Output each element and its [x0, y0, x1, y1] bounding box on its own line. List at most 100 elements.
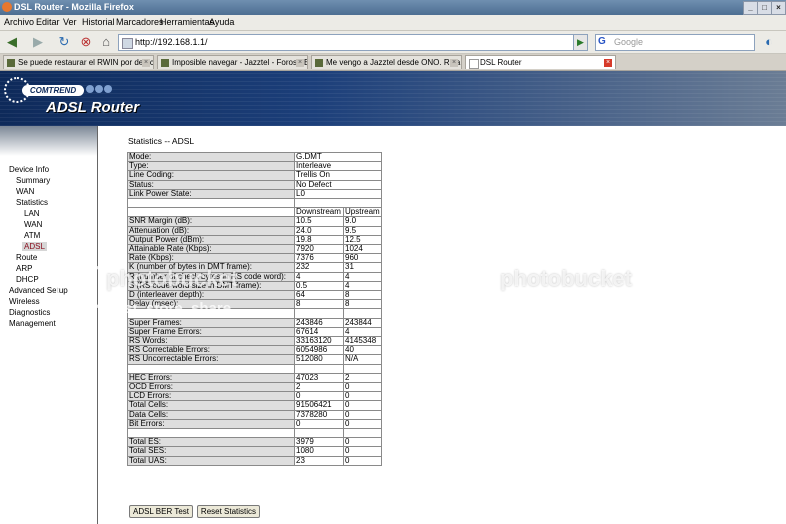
nav-stats-adsl[interactable]: ADSL — [22, 242, 47, 251]
nav-device-info[interactable]: Device Info — [9, 165, 49, 174]
tab-favicon — [7, 59, 15, 67]
router-banner: COMTREND ADSL Router — [0, 71, 786, 126]
back-icon[interactable]: ◀ — [3, 33, 21, 50]
watermark-camera-icon — [56, 266, 104, 308]
go-button[interactable]: ▶ — [573, 34, 588, 51]
firefox-icon — [2, 2, 12, 12]
nav-dhcp[interactable]: DHCP — [16, 275, 39, 284]
nav-stats-lan[interactable]: LAN — [24, 209, 40, 218]
table-row: Output Power (dBm): 19.8 12.5 — [127, 234, 382, 246]
tab-label: Me vengo a Jazztel desde ONO. Rela... — [326, 58, 462, 67]
tab-close-icon[interactable]: × — [296, 59, 304, 67]
tab-close-icon[interactable]: × — [604, 59, 612, 67]
tab-dsl-router[interactable]: DSL Router × — [465, 55, 616, 69]
maximize-button[interactable]: □ — [757, 1, 772, 15]
close-button[interactable]: × — [771, 1, 786, 15]
page-title: Statistics -- ADSL — [128, 136, 195, 146]
nav-stats-wan[interactable]: WAN — [24, 220, 42, 229]
nav-arp[interactable]: ARP — [16, 264, 32, 273]
table-row: Line Coding: Trellis On — [127, 170, 382, 181]
nav-diagnostics[interactable]: Diagnostics — [9, 308, 50, 317]
main-panel: Statistics -- ADSL Mode: G.DMT Type: Inter… — [98, 126, 786, 524]
table-row: Super Frames: 243846 243844 — [127, 317, 382, 328]
table-row: Status: No Defect — [127, 179, 382, 190]
tab-1[interactable]: Se puede restaurar el RWIN por defec... … — [3, 55, 154, 69]
table-row: OCD Errors: 2 0 — [127, 382, 382, 393]
table-row: SNR Margin (dB): 10.5 9.0 — [127, 216, 382, 227]
nav-summary[interactable]: Summary — [16, 176, 50, 185]
page-content: COMTREND ADSL Router Device Info Summary… — [0, 71, 786, 524]
nav-route[interactable]: Route — [16, 253, 37, 262]
reload-icon[interactable]: ↻ — [56, 33, 72, 50]
menu-bar: Archivo Editar Ver Historial Marcadores … — [0, 15, 786, 31]
table-row: Type: Interleave — [127, 161, 382, 172]
col-upstream: Upstream — [343, 207, 382, 218]
watermark-tagline: host. store. share. — [500, 300, 630, 317]
nav-wireless[interactable]: Wireless — [9, 297, 40, 306]
table-row: RS Correctable Errors: 6054986 40 — [127, 345, 382, 356]
minimize-button[interactable]: _ — [743, 1, 758, 15]
nav-management[interactable]: Management — [9, 319, 56, 328]
watermark-tagline: host. store. share. — [106, 300, 236, 317]
table-row: RS Uncorrectable Errors: 512080 N/A — [127, 354, 382, 365]
tab-bar: Se puede restaurar el RWIN por defec... … — [0, 54, 786, 71]
adsl-ber-test-button[interactable]: ADSL BER Test — [129, 505, 193, 518]
table-row: RS Words: 33163120 4145348 — [127, 336, 382, 347]
menu-ayuda[interactable]: Ayuda — [209, 17, 234, 27]
sidebar-nav: Device Info Summary WAN Statistics LAN W… — [0, 126, 97, 524]
tab-label: Imposible navegar - Jazztel - Foros - B.… — [172, 58, 308, 67]
nav-stats-atm[interactable]: ATM — [24, 231, 40, 240]
home-icon[interactable]: ⌂ — [98, 33, 114, 50]
menu-marcadores[interactable]: Marcadores — [116, 17, 164, 27]
table-row: Mode: G.DMT — [127, 151, 382, 163]
menu-archivo[interactable]: Archivo — [4, 17, 34, 27]
product-name: ADSL Router — [46, 99, 140, 116]
reset-statistics-button[interactable]: Reset Statistics — [197, 505, 260, 518]
menu-editar[interactable]: Editar — [36, 17, 60, 27]
window-titlebar: DSL Router - Mozilla Firefox _ □ × — [0, 0, 786, 15]
forward-icon[interactable]: ▶ — [29, 33, 47, 50]
menu-ver[interactable]: Ver — [63, 17, 77, 27]
tab-close-icon[interactable]: × — [450, 59, 458, 67]
nav-wan[interactable]: WAN — [16, 187, 34, 196]
tab-favicon — [315, 59, 323, 67]
table-row: Attenuation (dB): 24.0 9.5 — [127, 225, 382, 236]
watermark-camera-icon — [450, 266, 498, 308]
stop-icon[interactable]: ⊗ — [78, 33, 94, 50]
navigation-toolbar: ◀ ▶ ↻ ⊗ ⌂ http://192.168.1.1/ ▶ G Google… — [0, 31, 786, 54]
tab-favicon — [161, 59, 169, 67]
brand-dots — [86, 85, 113, 95]
table-row: Bit Errors: 0 0 — [127, 418, 382, 430]
tab-close-icon[interactable]: × — [142, 59, 150, 67]
window-title: DSL Router - Mozilla Firefox — [14, 2, 134, 12]
watermark-brand: photobucket — [500, 266, 632, 291]
menu-herramientas[interactable]: Herramientas — [160, 17, 214, 27]
watermark-brand: photobucket — [106, 266, 238, 291]
table-row: Total UAS: 23 0 — [127, 455, 382, 466]
tab-2[interactable]: Imposible navegar - Jazztel - Foros - B.… — [157, 55, 308, 69]
menu-historial[interactable]: Historial — [82, 17, 115, 27]
search-placeholder: Google — [614, 37, 644, 47]
brand-logo: COMTREND — [22, 85, 84, 96]
col-downstream: Downstream — [294, 207, 344, 218]
table-row: Total ES: 3979 0 — [127, 437, 382, 448]
table-row: Data Cells: 7378280 0 — [127, 409, 382, 420]
table-row: Total Cells: 91506421 0 — [127, 400, 382, 411]
tab-label: DSL Router — [480, 58, 522, 67]
nav-statistics[interactable]: Statistics — [16, 198, 48, 207]
table-row: Link Power State: L0 — [127, 188, 382, 200]
tab-label: Se puede restaurar el RWIN por defec... — [18, 58, 154, 67]
google-icon: G — [598, 36, 606, 47]
search-input[interactable]: G Google — [595, 34, 755, 51]
tab-favicon — [469, 59, 479, 69]
table-header-row: Downstream Upstream — [127, 207, 382, 218]
page-icon — [122, 38, 133, 49]
url-text: http://192.168.1.1/ — [135, 37, 208, 47]
addon-icon[interactable]: ◐ — [760, 33, 778, 50]
table-row: Attainable Rate (Kbps): 7920 1024 — [127, 244, 382, 255]
table-row: Total SES: 1080 0 — [127, 446, 382, 457]
url-bar[interactable]: http://192.168.1.1/ — [118, 34, 588, 51]
table-row: HEC Errors: 47023 2 — [127, 372, 382, 384]
table-row: LCD Errors: 0 0 — [127, 391, 382, 402]
tab-3[interactable]: Me vengo a Jazztel desde ONO. Rela... × — [311, 55, 462, 69]
